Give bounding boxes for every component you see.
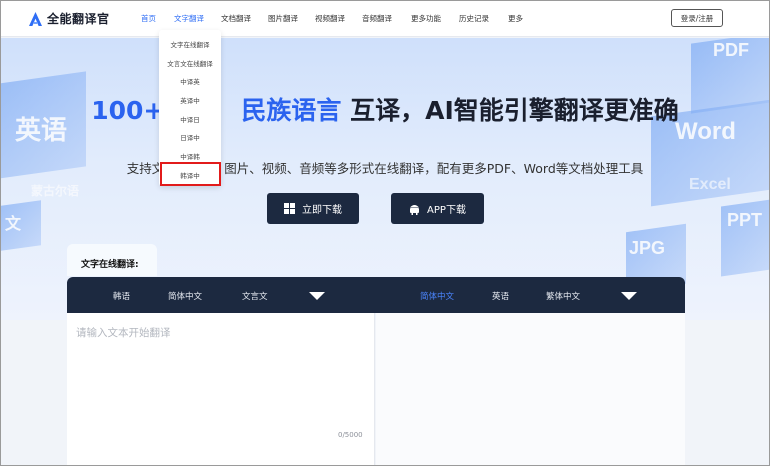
dropdown-item-en-zh[interactable]: 英译中 — [159, 95, 221, 105]
nav-item-audio-translate[interactable]: 音频翻译 — [362, 13, 392, 24]
nav-item-home[interactable]: 首页 — [141, 13, 156, 24]
dropdown-item-zh-en[interactable]: 中译英 — [159, 76, 221, 86]
decor-text-excel: Excel — [689, 176, 731, 193]
target-caret-down-icon[interactable] — [621, 292, 637, 300]
download-button-label: 立即下载 — [302, 205, 342, 216]
hero-title-part2: 民族语言 — [241, 96, 342, 125]
nav-item-history[interactable]: 历史记录 — [459, 13, 489, 24]
source-lang-korean[interactable]: 韩语 — [113, 290, 130, 302]
top-nav: 全能翻译官 首页 文字翻译 文档翻译 图片翻译 视频翻译 音频翻译 更多功能 历… — [1, 1, 769, 37]
source-lang-classical-chinese[interactable]: 文言文 — [242, 290, 268, 302]
dropdown-item-zh-ko[interactable]: 中译韩 — [159, 151, 221, 161]
decor-text-ppt: PPT — [727, 210, 763, 230]
decor-text-wen: 文 — [5, 216, 22, 233]
nav-item-image-translate[interactable]: 图片翻译 — [268, 13, 298, 24]
target-lang-english[interactable]: 英语 — [492, 290, 509, 302]
source-text-input[interactable]: 请输入文本开始翻译 0/5000 — [67, 313, 375, 465]
section-label: 文字在线翻译: — [67, 244, 157, 276]
windows-icon — [284, 203, 295, 214]
input-placeholder: 请输入文本开始翻译 — [76, 327, 171, 339]
target-lang-simplified-chinese[interactable]: 简体中文 — [420, 290, 454, 302]
source-lang-simplified-chinese[interactable]: 简体中文 — [168, 290, 202, 302]
language-bar: 韩语 简体中文 文言文 简体中文 英语 繁体中文 — [67, 277, 685, 313]
page-frame: 全能翻译官 首页 文字翻译 文档翻译 图片翻译 视频翻译 音频翻译 更多功能 历… — [0, 0, 770, 466]
hero-title-part3: 互译，AI智能引擎翻译更准确 — [350, 96, 679, 125]
decor-text-jpg: JPG — [629, 238, 666, 258]
login-register-button[interactable]: 登录/注册 — [671, 9, 723, 27]
source-caret-down-icon[interactable] — [309, 292, 325, 300]
app-name: 全能翻译官 — [47, 12, 110, 26]
logo-icon — [29, 11, 42, 26]
highlight-box — [160, 162, 221, 186]
dropdown-item-ja-zh[interactable]: 日译中 — [159, 132, 221, 142]
decor-text-pdf: PDF — [713, 40, 749, 60]
target-lang-traditional-chinese[interactable]: 繁体中文 — [546, 290, 580, 302]
app-download-button[interactable]: APP下载 — [391, 193, 484, 224]
char-counter: 0/5000 — [338, 431, 363, 439]
android-icon — [410, 204, 420, 215]
nav-item-doc-translate[interactable]: 文档翻译 — [221, 13, 251, 24]
translation-output — [376, 313, 685, 465]
hero-title: 100+外 民族语言 互译，AI智能引擎翻译更准确 — [1, 91, 769, 127]
hero-subtitle-right: 图片、视频、音频等多形式在线翻译，配有更多PDF、Word等文档处理工具 — [224, 161, 644, 176]
dropdown-item-classical-online[interactable]: 文言文在线翻译 — [159, 58, 221, 68]
download-button[interactable]: 立即下载 — [267, 193, 359, 224]
logo[interactable]: 全能翻译官 — [29, 10, 110, 27]
hero-subtitle: 支持文 图片、视频、音频等多形式在线翻译，配有更多PDF、Word等文档处理工具 — [1, 158, 769, 177]
nav-item-video-translate[interactable]: 视频翻译 — [315, 13, 345, 24]
nav-item-more[interactable]: 更多 — [508, 13, 523, 24]
nav-item-text-translate[interactable]: 文字翻译 — [174, 13, 204, 24]
dropdown-item-zh-ja[interactable]: 中译日 — [159, 114, 221, 124]
dropdown-item-text-online[interactable]: 文字在线翻译 — [159, 39, 221, 49]
nav-item-more-features[interactable]: 更多功能 — [411, 13, 441, 24]
decor-text-mongolian: 蒙古尔语 — [31, 184, 80, 198]
app-download-button-label: APP下载 — [427, 205, 466, 216]
